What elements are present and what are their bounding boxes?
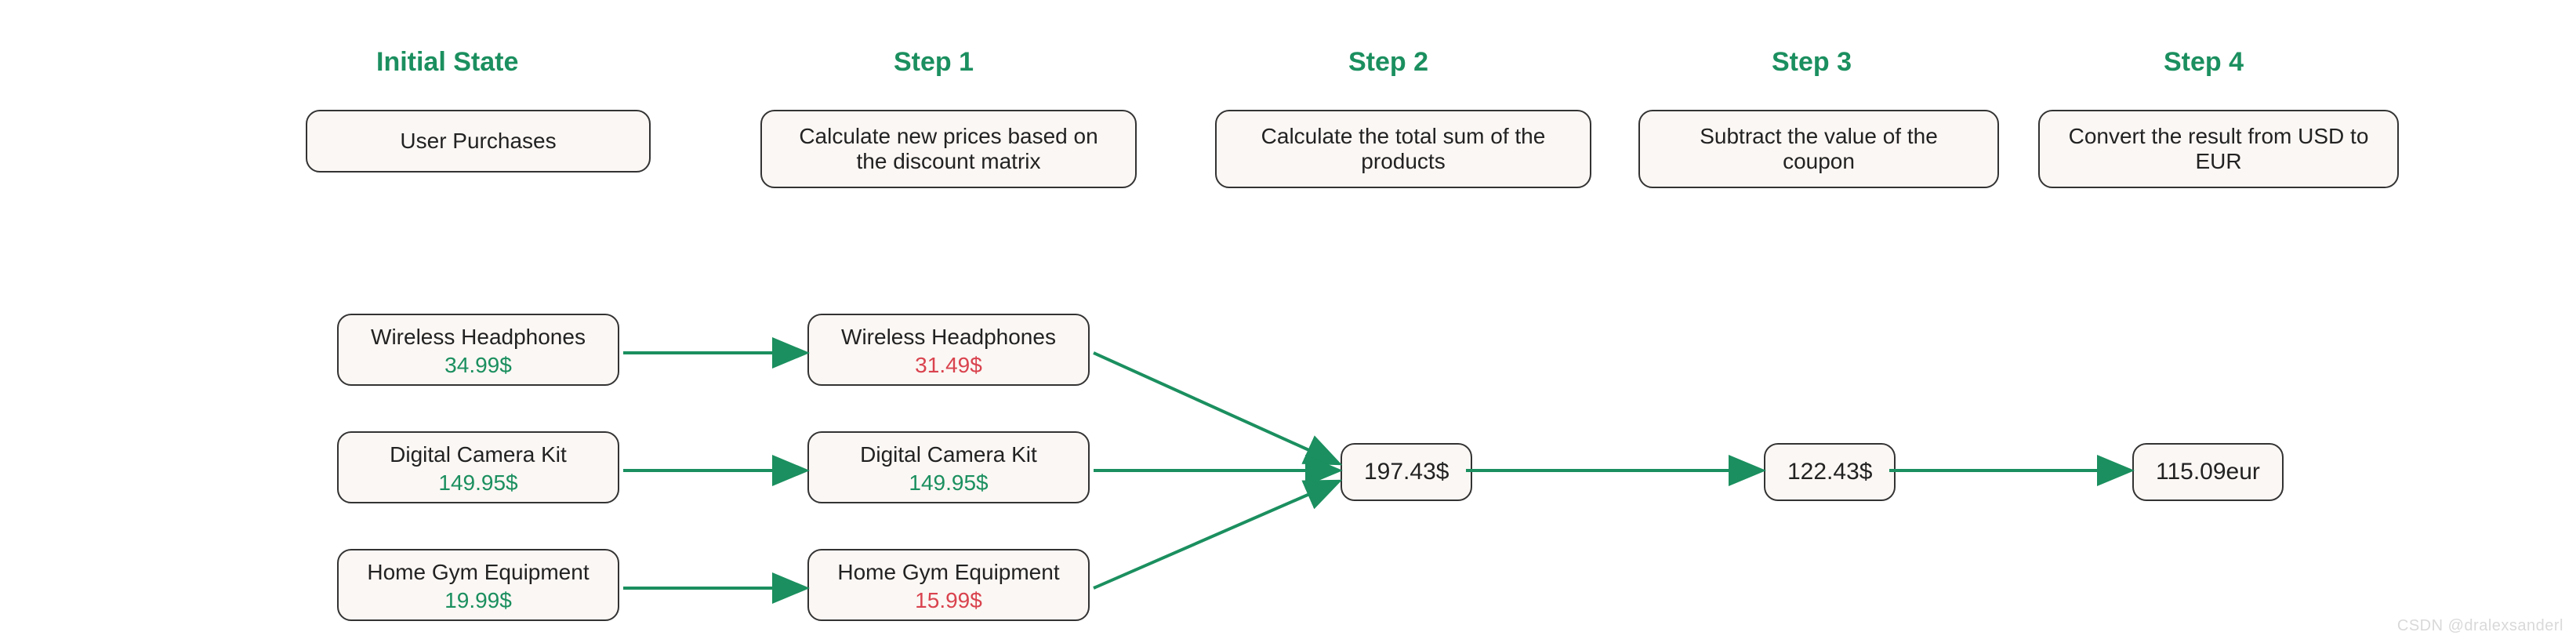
product-initial-2: Home Gym Equipment 19.99$ <box>337 549 619 621</box>
product-name: Home Gym Equipment <box>825 560 1072 585</box>
box-step1: Calculate new prices based on the discou… <box>760 110 1137 188</box>
product-price: 31.49$ <box>825 353 1072 378</box>
value-step2: 197.43$ <box>1341 443 1472 501</box>
product-name: Wireless Headphones <box>354 325 602 350</box>
value-step3: 122.43$ <box>1764 443 1896 501</box>
header-initial: Initial State <box>376 47 518 78</box>
product-step1-0: Wireless Headphones 31.49$ <box>807 314 1090 386</box>
product-name: Digital Camera Kit <box>354 442 602 467</box>
box-step4: Convert the result from USD to EUR <box>2038 110 2399 188</box>
product-name: Wireless Headphones <box>825 325 1072 350</box>
value-step4: 115.09eur <box>2132 443 2284 501</box>
header-step3: Step 3 <box>1772 47 1852 78</box>
box-initial-state: User Purchases <box>306 110 651 173</box>
header-step4: Step 4 <box>2164 47 2244 78</box>
product-price: 149.95$ <box>825 470 1072 496</box>
watermark: CSDN @dralexsanderl <box>2397 617 2563 635</box>
product-name: Digital Camera Kit <box>825 442 1072 467</box>
box-step2: Calculate the total sum of the products <box>1215 110 1591 188</box>
product-price: 15.99$ <box>825 588 1072 613</box>
product-price: 34.99$ <box>354 353 602 378</box>
header-step2: Step 2 <box>1348 47 1428 78</box>
product-price: 19.99$ <box>354 588 602 613</box>
product-initial-1: Digital Camera Kit 149.95$ <box>337 431 619 503</box>
product-initial-0: Wireless Headphones 34.99$ <box>337 314 619 386</box>
product-step1-2: Home Gym Equipment 15.99$ <box>807 549 1090 621</box>
product-name: Home Gym Equipment <box>354 560 602 585</box>
product-step1-1: Digital Camera Kit 149.95$ <box>807 431 1090 503</box>
header-step1: Step 1 <box>894 47 974 78</box>
box-step3: Subtract the value of the coupon <box>1638 110 1999 188</box>
product-price: 149.95$ <box>354 470 602 496</box>
